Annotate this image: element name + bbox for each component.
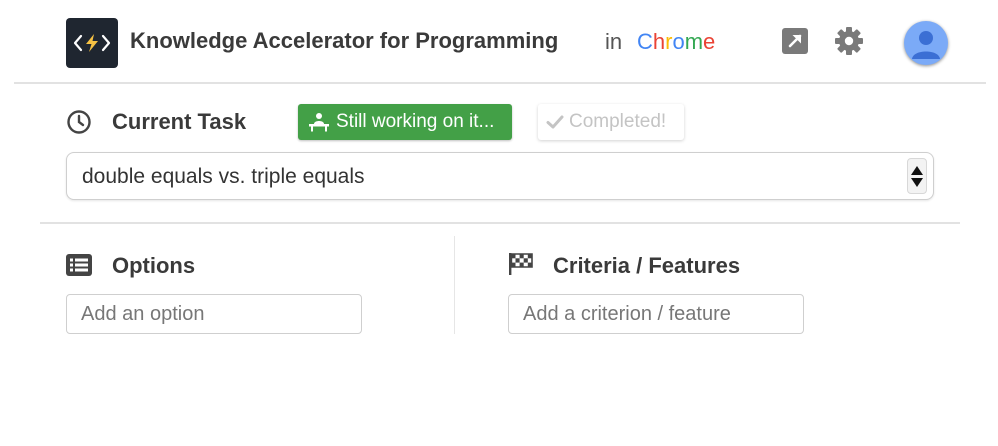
selected-task-value: double equals vs. triple equals	[82, 165, 365, 188]
criteria-title: Criteria / Features	[553, 253, 741, 278]
browser-name: Chrome	[637, 29, 715, 55]
current-task-title: Current Task	[112, 109, 247, 134]
select-stepper-icon	[907, 158, 927, 194]
app-title: Knowledge Accelerator for Programming	[130, 28, 559, 53]
in-label: in	[605, 29, 623, 54]
browser-name-letter: C	[637, 29, 653, 54]
user-avatar-icon[interactable]	[904, 21, 948, 65]
list-icon	[66, 254, 92, 281]
completed-label: Completed!	[569, 111, 667, 132]
still-working-label: Still working on it...	[336, 111, 495, 132]
clock-icon	[66, 109, 92, 140]
code-bolt-icon	[66, 18, 118, 68]
section-divider	[40, 222, 960, 224]
browser-name-letter: h	[652, 29, 666, 54]
task-select[interactable]: double equals vs. triple equals	[66, 152, 934, 200]
add-option-input[interactable]	[66, 294, 362, 334]
app-header: Knowledge Accelerator for Programming in…	[0, 0, 998, 84]
completed-button[interactable]: Completed!	[538, 104, 684, 140]
checkered-flag-icon	[508, 252, 534, 281]
person-at-desk-icon	[308, 112, 330, 132]
header-divider	[14, 82, 986, 84]
options-title: Options	[112, 253, 196, 278]
column-divider	[454, 236, 455, 334]
checkmark-icon	[546, 114, 564, 130]
browser-name-letter: m	[684, 29, 704, 54]
browser-name-letter: e	[703, 29, 716, 54]
gear-icon[interactable]	[834, 26, 864, 56]
browser-name-letter: o	[672, 29, 685, 54]
open-external-icon[interactable]	[780, 26, 810, 56]
still-working-button[interactable]: Still working on it...	[298, 104, 512, 140]
add-criterion-input[interactable]	[508, 294, 804, 334]
